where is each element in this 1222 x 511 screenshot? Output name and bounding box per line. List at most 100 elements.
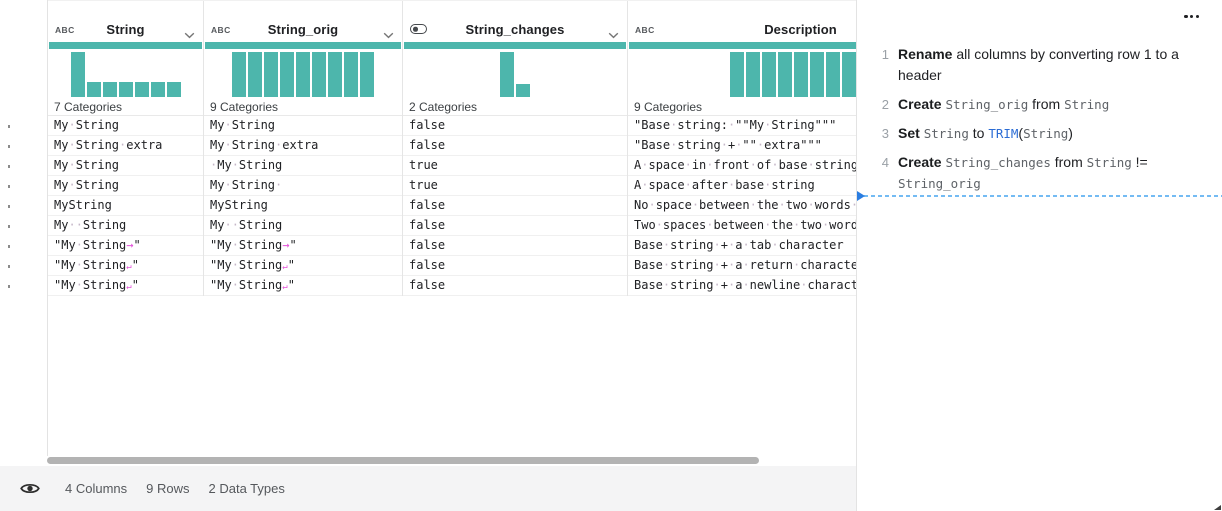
step-segment: from — [1050, 154, 1087, 170]
quality-bar[interactable] — [205, 42, 401, 49]
grid-cell[interactable]: A·space·in·front·of·base·string — [628, 156, 856, 176]
row-marker[interactable] — [8, 145, 10, 148]
grid-cell[interactable]: "Base·string·+·""·extra""" — [628, 136, 856, 156]
recipe-step-4[interactable]: 4 Create String_changes from String != S… — [878, 152, 1206, 194]
abc-icon[interactable]: ABC — [211, 25, 231, 35]
column-header[interactable]: ABC String — [48, 18, 203, 40]
histogram-bar[interactable] — [280, 52, 294, 97]
histogram-bar[interactable] — [328, 52, 342, 97]
column-header[interactable]: String_changes — [403, 18, 627, 40]
histogram-bar[interactable] — [841, 52, 856, 97]
grid-cell[interactable]: false — [403, 116, 627, 136]
ellipsis-icon[interactable] — [1181, 12, 1202, 21]
histogram-bar[interactable] — [134, 82, 149, 97]
tab-char-icon: → — [282, 238, 290, 252]
quality-bar[interactable] — [49, 42, 202, 49]
grid-cell[interactable]: My··String — [48, 216, 203, 236]
grid-cell[interactable]: "Base·string:·""My·String""" — [628, 116, 856, 136]
abc-icon[interactable]: ABC — [635, 25, 655, 35]
grid-cell[interactable]: Two·spaces·between·the·two·words — [628, 216, 856, 236]
quality-bar[interactable] — [404, 42, 626, 49]
grid-cell[interactable]: My·String — [48, 176, 203, 196]
grid-cell[interactable]: Base·string·+·a·newline·character — [628, 276, 856, 296]
row-marker[interactable] — [8, 125, 10, 128]
recipe-step-1[interactable]: 1 Rename all columns by converting row 1… — [878, 44, 1206, 86]
toggle-icon[interactable] — [410, 24, 427, 34]
column-String: ABC String 7 Categories My·String My·Strin… — [48, 1, 204, 296]
grid-cell[interactable]: MyString — [48, 196, 203, 216]
histogram-bar[interactable] — [102, 82, 117, 97]
grid-cell[interactable]: false — [403, 196, 627, 216]
histogram-bar[interactable] — [825, 52, 840, 97]
step-text: Rename all columns by converting row 1 t… — [898, 44, 1206, 86]
column-header[interactable]: ABC Description — [628, 18, 856, 40]
grid-cell[interactable]: "My·String↵" — [204, 256, 402, 276]
row-marker[interactable] — [8, 185, 10, 188]
recipe-step-2[interactable]: 2 Create String_orig from String — [878, 94, 1206, 115]
grid-cell[interactable]: A·space·after·base·string — [628, 176, 856, 196]
grid-cell[interactable]: My··String — [204, 216, 402, 236]
row-marker[interactable] — [8, 265, 10, 268]
grid-cell[interactable]: Base·string·+·a·tab·character — [628, 236, 856, 256]
grid-cell[interactable]: false — [403, 236, 627, 256]
abc-icon[interactable]: ABC — [55, 25, 75, 35]
grid-cell[interactable]: "My·String→" — [48, 236, 203, 256]
quality-bar[interactable] — [629, 42, 856, 49]
histogram-bar[interactable] — [312, 52, 326, 97]
grid-cell[interactable]: "My·String↵" — [204, 276, 402, 296]
histogram-bar[interactable] — [232, 52, 246, 97]
histogram-bar[interactable] — [150, 82, 165, 97]
chevron-down-icon[interactable] — [608, 26, 619, 44]
space-dot: · — [210, 158, 218, 172]
grid-cell[interactable]: My·String·extra — [48, 136, 203, 156]
grid-cell[interactable]: true — [403, 176, 627, 196]
grid-cell[interactable]: No·space·between·the·two·words· — [628, 196, 856, 216]
grid-viewport[interactable]: ABC String 7 Categories My·String My·Strin… — [47, 0, 856, 456]
grid-cell[interactable]: My·String — [48, 116, 203, 136]
grid-cell[interactable]: false — [403, 136, 627, 156]
grid-cell[interactable]: My·String — [48, 156, 203, 176]
grid-cell[interactable]: ·My·String — [204, 156, 402, 176]
histogram-bar[interactable] — [793, 52, 808, 97]
row-marker[interactable] — [8, 245, 10, 248]
grid-cell[interactable]: "My·String↵" — [48, 256, 203, 276]
histogram-bar[interactable] — [500, 52, 514, 97]
histogram-bar[interactable] — [344, 52, 358, 97]
chevron-down-icon[interactable] — [184, 26, 195, 44]
histogram-bar[interactable] — [745, 52, 760, 97]
recipe-step-3[interactable]: 3 Set String to TRIM(String) — [878, 123, 1206, 144]
grid-cell[interactable]: false — [403, 276, 627, 296]
grid-cell[interactable]: My·String· — [204, 176, 402, 196]
histogram-bar[interactable] — [118, 82, 133, 97]
grid-cell[interactable]: MyString — [204, 196, 402, 216]
histogram-bar[interactable] — [761, 52, 776, 97]
eye-icon[interactable] — [20, 482, 40, 495]
grid-cell[interactable]: Base·string·+·a·return·character — [628, 256, 856, 276]
space-dot: · — [764, 178, 772, 192]
grid-cell[interactable]: My·String — [204, 116, 402, 136]
histogram-bar[interactable] — [296, 52, 310, 97]
row-marker[interactable] — [8, 285, 10, 288]
grid-cell[interactable]: My·String·extra — [204, 136, 402, 156]
grid-cell[interactable]: false — [403, 256, 627, 276]
histogram-bar[interactable] — [516, 84, 530, 97]
histogram-bar[interactable] — [166, 82, 181, 97]
histogram-bar[interactable] — [70, 52, 85, 97]
row-marker[interactable] — [8, 225, 10, 228]
grid-cell[interactable]: "My·String↵" — [48, 276, 203, 296]
row-marker[interactable] — [8, 205, 10, 208]
histogram-bar[interactable] — [86, 82, 101, 97]
histogram-bar[interactable] — [809, 52, 824, 97]
histogram-bar[interactable] — [264, 52, 278, 97]
histogram-bar[interactable] — [360, 52, 374, 97]
chevron-down-icon[interactable] — [383, 26, 394, 44]
column-header[interactable]: ABC String_orig — [204, 18, 402, 40]
horizontal-scrollbar[interactable] — [47, 457, 759, 464]
row-marker[interactable] — [8, 165, 10, 168]
grid-cell[interactable]: "My·String→" — [204, 236, 402, 256]
histogram-bar[interactable] — [729, 52, 744, 97]
histogram-bar[interactable] — [777, 52, 792, 97]
histogram-bar[interactable] — [248, 52, 262, 97]
grid-cell[interactable]: true — [403, 156, 627, 176]
grid-cell[interactable]: false — [403, 216, 627, 236]
